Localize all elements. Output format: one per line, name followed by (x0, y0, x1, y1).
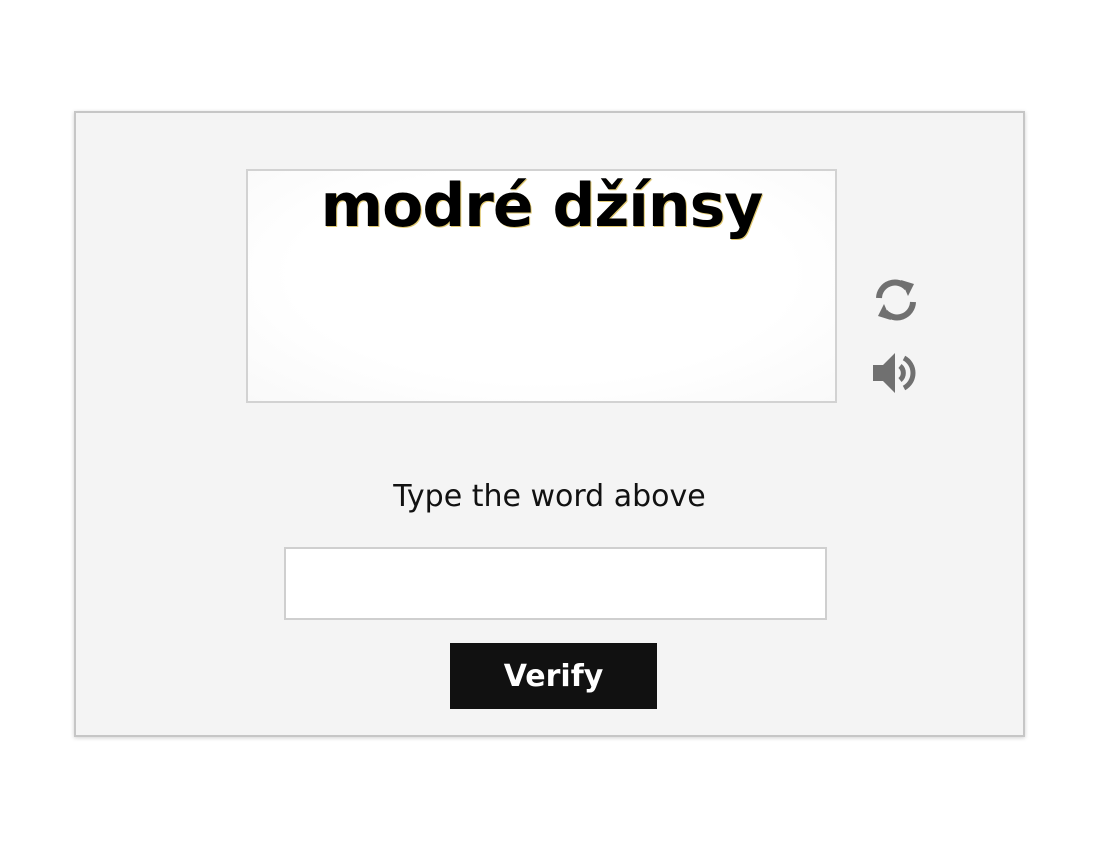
refresh-icon (876, 279, 916, 321)
captcha-answer-input[interactable] (284, 547, 827, 620)
captcha-challenge-image: modré džínsy (246, 169, 837, 403)
refresh-captcha-button[interactable] (870, 274, 922, 326)
speaker-icon (873, 353, 916, 393)
audio-captcha-button[interactable] (870, 347, 922, 399)
verify-button[interactable]: Verify (450, 643, 657, 709)
captcha-prompt: Type the word above (393, 479, 706, 514)
captcha-challenge-text: modré džínsy (320, 171, 764, 241)
captcha-panel: modré džínsy Type the word above Verify (74, 111, 1025, 737)
